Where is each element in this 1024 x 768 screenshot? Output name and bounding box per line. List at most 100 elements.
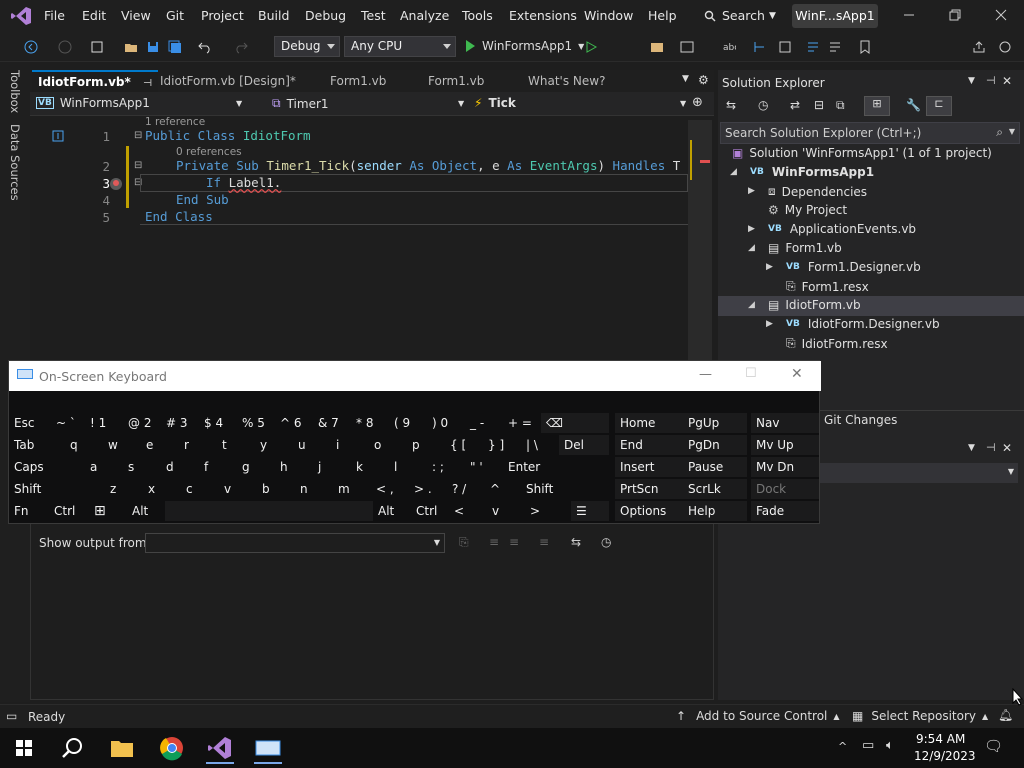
key-arrow-up[interactable]: ^: [485, 479, 521, 499]
menu-git[interactable]: Git: [166, 8, 184, 23]
file-explorer-icon[interactable]: [102, 732, 142, 764]
project-dropdown[interactable]: VB WinFormsApp1 ▼: [36, 96, 242, 110]
menu-extensions[interactable]: Extensions: [509, 8, 577, 23]
key-d[interactable]: d: [161, 457, 199, 477]
key-minus[interactable]: _ -: [465, 413, 503, 433]
menu-help[interactable]: Help: [648, 8, 677, 23]
maximize-icon[interactable]: ☐: [745, 366, 757, 381]
key-t[interactable]: t: [217, 435, 255, 455]
collapsed-arrow-icon[interactable]: ▶: [766, 262, 773, 272]
tree-my-project[interactable]: ⚙ My Project: [768, 203, 847, 217]
menu-project[interactable]: Project: [201, 8, 244, 23]
key-ctrl-right[interactable]: Ctrl: [411, 501, 449, 521]
key-slash[interactable]: ? /: [447, 479, 485, 499]
key-shift-right[interactable]: Shift: [521, 479, 609, 499]
tree-idiotform-designer[interactable]: VB IdiotForm.Designer.vb: [786, 317, 940, 331]
menu-test[interactable]: Test: [361, 8, 386, 23]
menu-build[interactable]: Build: [258, 8, 289, 23]
word-wrap-icon[interactable]: ⇆: [571, 535, 581, 549]
network-icon[interactable]: ▭: [862, 738, 874, 753]
key-pause[interactable]: Pause: [683, 457, 747, 477]
solution-explorer-search-input[interactable]: Search Solution Explorer (Ctrl+;) ⌕ ▼: [720, 122, 1020, 144]
collapsed-arrow-icon[interactable]: ▶: [748, 186, 755, 196]
pin-icon[interactable]: ⊣: [986, 74, 996, 87]
visual-studio-taskbar-icon[interactable]: [200, 732, 240, 764]
tree-application-events[interactable]: VB ApplicationEvents.vb: [768, 222, 916, 236]
key-alt-right[interactable]: Alt: [373, 501, 411, 521]
pin-icon[interactable]: ⊣: [143, 78, 152, 89]
clock-time[interactable]: 9:54 AM: [916, 732, 965, 746]
key-options[interactable]: Options: [615, 501, 683, 521]
member-dropdown[interactable]: ⚡ Tick ▼: [474, 96, 686, 110]
menu-analyze[interactable]: Analyze: [400, 8, 449, 23]
key-space[interactable]: [165, 501, 373, 521]
key-b[interactable]: b: [257, 479, 295, 499]
window-position-icon[interactable]: ▼: [968, 443, 975, 453]
menu-debug[interactable]: Debug: [305, 8, 346, 23]
comment-icon[interactable]: [806, 40, 820, 54]
expanded-arrow-icon[interactable]: ◢: [730, 167, 737, 177]
key-equals[interactable]: + =: [503, 413, 541, 433]
key-s[interactable]: s: [123, 457, 161, 477]
key-nav[interactable]: Nav: [751, 413, 819, 433]
next-message-icon[interactable]: ≡: [509, 535, 519, 549]
codelens-references[interactable]: 1 reference: [145, 116, 205, 128]
add-to-source-control-button[interactable]: ↑ Add to Source Control ▲: [676, 709, 840, 723]
code-editor[interactable]: 1 reference 0 references 1 2 3 4 5 ⊟ ⊟ ⊟…: [30, 116, 714, 366]
properties-object-select[interactable]: ▼: [818, 463, 1018, 483]
key-o[interactable]: o: [369, 435, 407, 455]
key-v[interactable]: v: [219, 479, 257, 499]
key-7[interactable]: & 7: [313, 413, 351, 433]
search-menu[interactable]: Search ▼: [704, 8, 776, 23]
data-sources-tab[interactable]: Data Sources: [8, 124, 22, 201]
bookmark-window-icon[interactable]: [778, 40, 792, 54]
key-k[interactable]: k: [351, 457, 389, 477]
feedback-icon[interactable]: [998, 40, 1012, 54]
collapsed-arrow-icon[interactable]: ▶: [748, 224, 755, 234]
tab-idiotform-vb[interactable]: IdiotForm.vb* ⊣ ✕: [32, 70, 158, 111]
tree-project[interactable]: VB WinFormsApp1: [750, 165, 874, 179]
open-folder-icon[interactable]: [124, 40, 138, 54]
key-6[interactable]: ^ 6: [275, 413, 313, 433]
notifications-icon[interactable]: 🗨︎: [984, 737, 1003, 755]
uncomment-icon[interactable]: [828, 40, 842, 54]
visual-studio-logo-icon[interactable]: [10, 6, 32, 26]
tree-dependencies[interactable]: ⧈ Dependencies: [768, 184, 867, 199]
minimize-icon[interactable]: —: [699, 367, 712, 382]
lightbulb-error-icon[interactable]: [108, 176, 124, 192]
settings-gear-icon[interactable]: ⚙: [698, 73, 709, 87]
menu-view[interactable]: View: [121, 8, 151, 23]
switch-views-icon[interactable]: ⇆: [726, 98, 736, 112]
key-end[interactable]: End: [615, 435, 683, 455]
prev-message-icon[interactable]: ≡: [489, 535, 499, 549]
key-3[interactable]: # 3: [161, 413, 199, 433]
key-alt-left[interactable]: Alt: [127, 501, 165, 521]
key-l[interactable]: l: [389, 457, 427, 477]
folder-view-icon[interactable]: [650, 40, 664, 54]
key-bracket-left[interactable]: { [: [445, 435, 483, 455]
key-prtscn[interactable]: PrtScn: [615, 479, 683, 499]
menu-file[interactable]: File: [44, 8, 65, 23]
tab-overflow-icon[interactable]: ▼: [682, 74, 689, 84]
solution-name-badge[interactable]: WinF...sApp1: [792, 4, 878, 28]
key-bracket-right[interactable]: } ]: [483, 435, 521, 455]
quick-action-icon[interactable]: [52, 130, 64, 142]
split-editor-icon[interactable]: ⊕: [692, 95, 703, 110]
key-ctrl-left[interactable]: Ctrl: [49, 501, 89, 521]
collapse-toggle-icon[interactable]: ⊟: [134, 130, 142, 141]
editor-vertical-scrollbar[interactable]: [688, 120, 712, 364]
key-4[interactable]: $ 4: [199, 413, 237, 433]
key-2[interactable]: @ 2: [123, 413, 161, 433]
key-shift-left[interactable]: Shift: [9, 479, 105, 499]
clear-all-icon[interactable]: ≡: [539, 535, 549, 549]
tree-solution[interactable]: ▣ Solution 'WinFormsApp1' (1 of 1 project…: [732, 146, 992, 160]
pin-icon[interactable]: ⊣: [986, 441, 996, 454]
key-quote[interactable]: " ': [465, 457, 503, 477]
new-item-icon[interactable]: [90, 40, 104, 54]
key-j[interactable]: j: [313, 457, 351, 477]
find-message-icon[interactable]: ⎘: [459, 535, 469, 550]
key-menu[interactable]: ☰: [571, 501, 609, 521]
key-scrlk[interactable]: ScrLk: [683, 479, 747, 499]
key-8[interactable]: * 8: [351, 413, 389, 433]
bookmark-icon[interactable]: [858, 40, 872, 54]
